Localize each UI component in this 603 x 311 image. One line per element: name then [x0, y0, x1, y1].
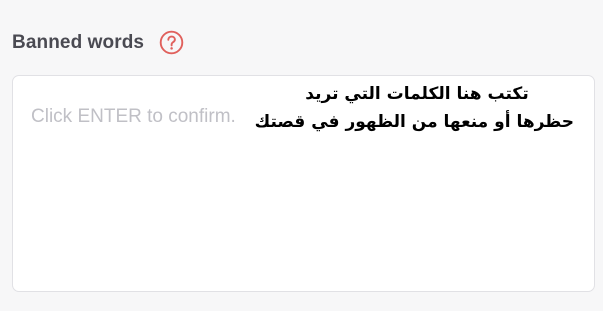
- banned-words-header: Banned words: [12, 30, 184, 55]
- page: { "field": { "label": "Banned words", "h…: [0, 0, 603, 311]
- help-question-icon[interactable]: [159, 30, 184, 55]
- banned-words-label: Banned words: [12, 31, 145, 53]
- question-circle-icon: [159, 30, 184, 55]
- banned-words-input[interactable]: [13, 76, 594, 291]
- banned-words-field: [12, 75, 595, 292]
